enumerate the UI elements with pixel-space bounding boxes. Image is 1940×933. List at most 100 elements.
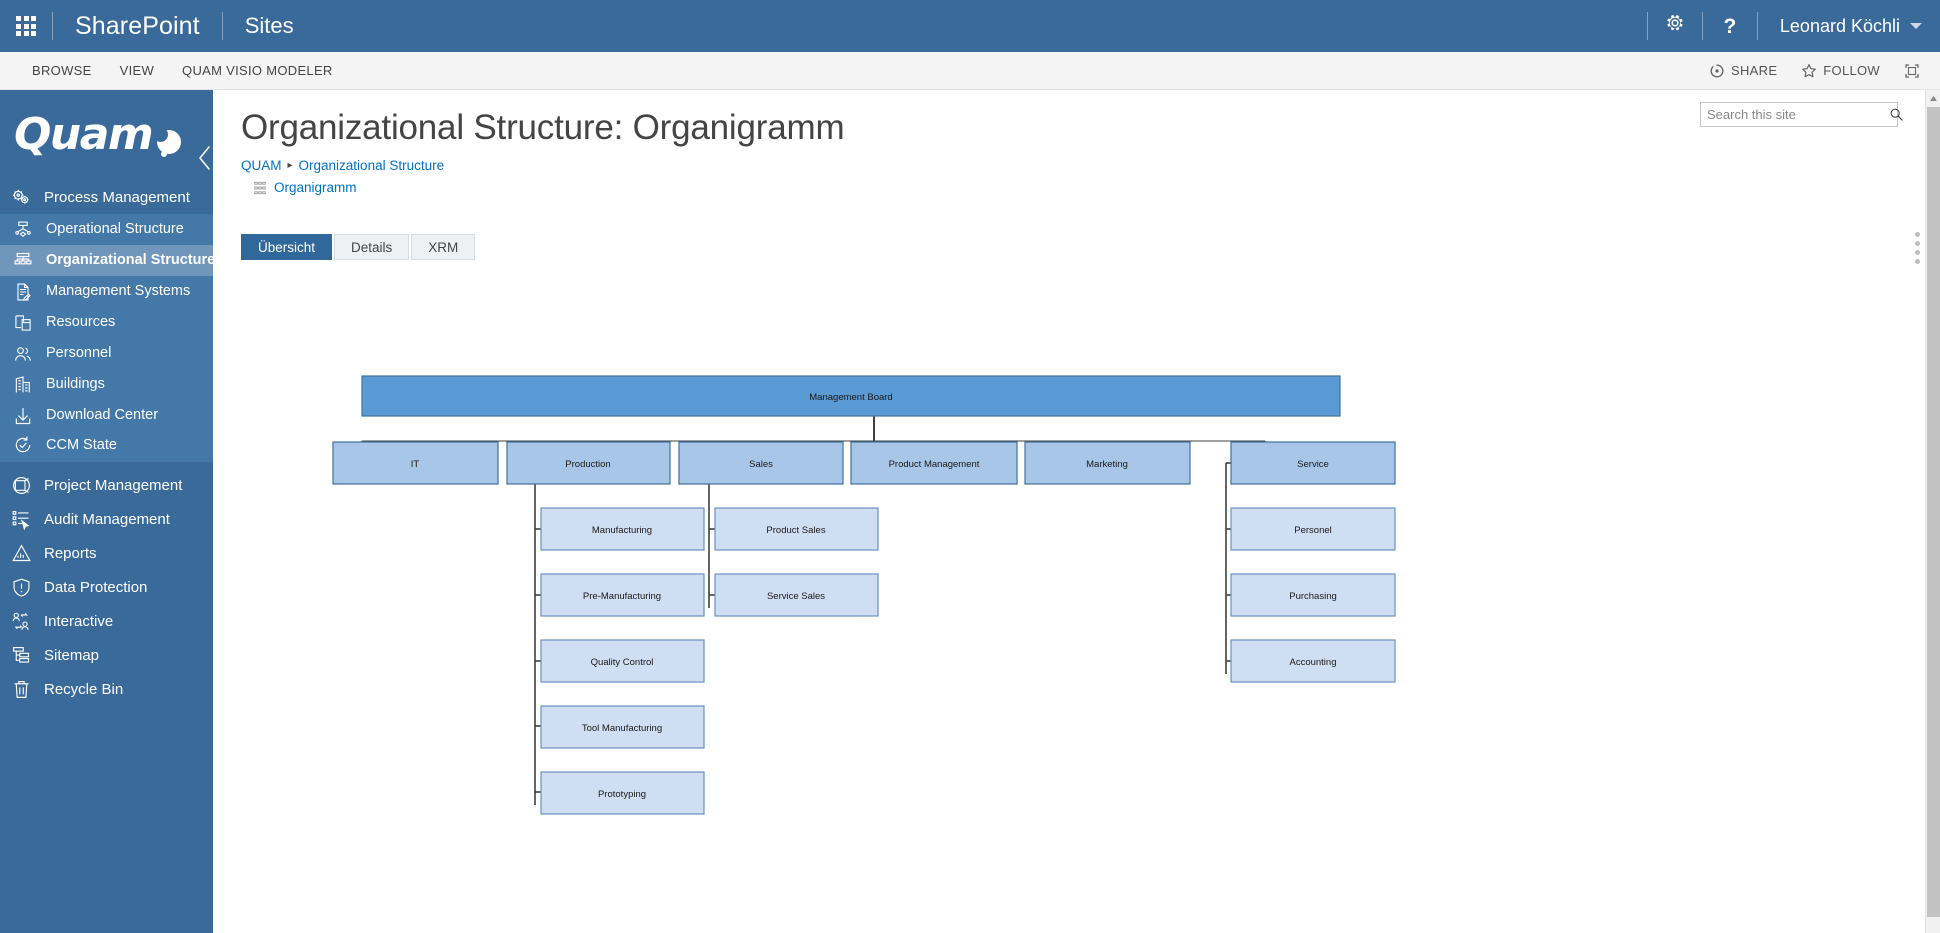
chevron-left-icon: [199, 146, 210, 170]
search-input[interactable]: [1701, 103, 1889, 126]
sidebar-item-buildings[interactable]: Buildings: [0, 369, 213, 400]
ribbon-actions: SHARE FOLLOW: [1697, 57, 1940, 85]
chevron-down-icon: [1910, 23, 1922, 29]
sidebar-item-sitemap[interactable]: Sitemap: [0, 638, 213, 672]
quam-dot-logo: [153, 127, 182, 157]
org-node-label: Sales: [749, 459, 773, 470]
quam-logo-text: Quam: [14, 109, 154, 160]
org-node-it[interactable]: IT: [332, 441, 499, 485]
org-node-label: Prototyping: [598, 789, 646, 800]
org-node-tool-manufacturing[interactable]: Tool Manufacturing: [540, 705, 705, 749]
view-tabs: Übersicht Details XRM: [241, 234, 476, 260]
vertical-dots-drag-handle[interactable]: [1915, 232, 1920, 264]
org-node-purchasing[interactable]: Purchasing: [1230, 573, 1396, 617]
sidebar-label: Data Protection: [44, 578, 148, 596]
search-button[interactable]: [1889, 103, 1904, 126]
current-item-label[interactable]: Organigramm: [274, 180, 357, 195]
org-node-label: Manufacturing: [592, 525, 652, 536]
ribbon-tab-browse[interactable]: BROWSE: [18, 55, 106, 86]
nav-group-other-modules: Project Management Audit Management Repo…: [0, 462, 213, 706]
main-content: Organizational Structure: Organigramm QU…: [213, 90, 1925, 933]
org-node-prototyping[interactable]: Prototyping: [540, 771, 705, 815]
star-outline-icon: [1801, 63, 1817, 79]
org-tree-icon: [12, 250, 34, 272]
globe-box-icon: [10, 474, 32, 496]
sidebar-item-resources[interactable]: Resources: [0, 307, 213, 338]
sidebar-item-reports[interactable]: Reports: [0, 536, 213, 570]
people-icon: [12, 343, 34, 365]
suite-bar: SharePoint Sites ? Leonard Köchli: [0, 0, 1940, 52]
org-node-label: Pre-Manufacturing: [583, 591, 661, 602]
org-node-mgmt-board[interactable]: Management Board: [361, 375, 1341, 417]
sidebar-label: Operational Structure: [46, 221, 184, 238]
org-node-service[interactable]: Service: [1230, 441, 1396, 485]
org-node-marketing[interactable]: Marketing: [1024, 441, 1191, 485]
nav-collapse-button[interactable]: [191, 142, 213, 174]
org-node-production[interactable]: Production: [506, 441, 671, 485]
breadcrumb-item-quam[interactable]: QUAM: [241, 158, 282, 173]
quam-logo[interactable]: Quam: [0, 90, 213, 180]
sidebar-item-recycle-bin[interactable]: Recycle Bin: [0, 672, 213, 706]
breadcrumb-item-organizational-structure[interactable]: Organizational Structure: [299, 158, 445, 173]
sidebar-label: CCM State: [46, 436, 117, 453]
chart-triangle-icon: [10, 542, 32, 564]
building-icon: [12, 374, 34, 396]
shield-exclamation-icon: [10, 576, 32, 598]
follow-button[interactable]: FOLLOW: [1789, 57, 1892, 85]
org-chart-svg: Management Board IT Production Sales Pro…: [332, 375, 1396, 815]
ribbon-tab-view[interactable]: VIEW: [106, 55, 168, 86]
checklist-cursor-icon: [10, 508, 32, 530]
suite-bar-spacer: [316, 0, 1647, 52]
tab-xrm[interactable]: XRM: [411, 234, 476, 260]
org-node-label: Service: [1297, 459, 1329, 470]
sidebar-item-data-protection[interactable]: Data Protection: [0, 570, 213, 604]
ribbon-tab-quam-visio-modeler[interactable]: QUAM VISIO MODELER: [168, 55, 347, 86]
current-item-row: Organigramm: [253, 180, 357, 195]
sidebar-item-project-management[interactable]: Project Management: [0, 468, 213, 502]
sidebar-label: Organizational Structure: [46, 252, 213, 269]
resources-icon: [12, 312, 34, 334]
focus-on-content-button[interactable]: [1892, 57, 1926, 85]
user-menu[interactable]: Leonard Köchli: [1758, 0, 1940, 52]
share-button[interactable]: SHARE: [1697, 57, 1789, 85]
sites-link[interactable]: Sites: [223, 0, 316, 52]
org-node-label: Product Management: [889, 459, 980, 470]
sidebar-item-personnel[interactable]: Personnel: [0, 338, 213, 369]
org-node-accounting[interactable]: Accounting: [1230, 639, 1396, 683]
org-node-label: Marketing: [1086, 459, 1128, 470]
org-node-product-sales[interactable]: Product Sales: [714, 507, 879, 551]
org-node-quality-control[interactable]: Quality Control: [540, 639, 705, 683]
nav-group-process-management-children: Operational Structure Organizational Str…: [0, 214, 213, 462]
sidebar-label: Process Management: [44, 188, 190, 206]
sidebar-item-download-center[interactable]: Download Center: [0, 400, 213, 431]
vertical-scrollbar[interactable]: [1925, 90, 1940, 933]
org-node-pre-manufacturing[interactable]: Pre-Manufacturing: [540, 573, 705, 617]
org-node-manufacturing[interactable]: Manufacturing: [540, 507, 705, 551]
scroll-up-button[interactable]: [1926, 90, 1940, 106]
sidebar-label: Resources: [46, 314, 116, 331]
tab-details[interactable]: Details: [334, 234, 410, 260]
org-node-product-management[interactable]: Product Management: [850, 441, 1018, 485]
sidebar-item-organizational-structure[interactable]: Organizational Structure: [0, 245, 213, 276]
org-node-label: Accounting: [1289, 657, 1336, 668]
triangle-up-icon: [1930, 95, 1937, 101]
vertical-scroll-thumb[interactable]: [1927, 107, 1940, 917]
tab-ubersicht[interactable]: Übersicht: [241, 234, 333, 260]
org-node-sales[interactable]: Sales: [678, 441, 844, 485]
org-node-personel[interactable]: Personel: [1230, 507, 1396, 551]
org-node-service-sales[interactable]: Service Sales: [714, 573, 879, 617]
sidebar-label: Reports: [44, 544, 97, 562]
settings-button[interactable]: [1648, 0, 1702, 52]
sidebar-item-process-management[interactable]: Process Management: [0, 180, 213, 214]
sidebar-item-operational-structure[interactable]: Operational Structure: [0, 214, 213, 245]
help-button[interactable]: ?: [1703, 0, 1757, 52]
app-launcher-button[interactable]: [0, 0, 52, 52]
share-label: SHARE: [1731, 63, 1778, 78]
sidebar-item-management-systems[interactable]: Management Systems: [0, 276, 213, 307]
search-box[interactable]: [1700, 102, 1903, 127]
user-exchange-icon: [10, 610, 32, 632]
magnifier-icon: [1890, 108, 1903, 121]
sidebar-item-interactive[interactable]: Interactive: [0, 604, 213, 638]
sidebar-item-audit-management[interactable]: Audit Management: [0, 502, 213, 536]
sidebar-item-ccm-state[interactable]: CCM State: [0, 431, 213, 462]
